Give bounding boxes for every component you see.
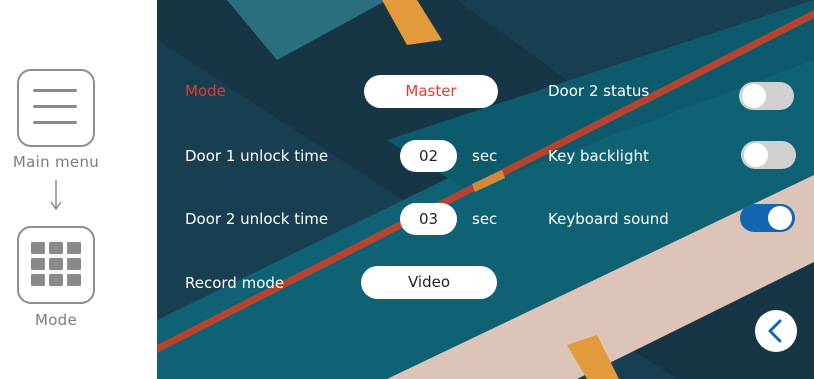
door2-unlock-value[interactable]: 03 xyxy=(400,203,457,235)
main-menu-caption: Main menu xyxy=(12,153,100,171)
toggle-knob xyxy=(744,143,768,167)
mode-value-button[interactable]: Master xyxy=(364,75,498,108)
toggle-knob xyxy=(768,206,792,230)
hamburger-menu-icon xyxy=(33,89,77,124)
mode-label: Mode xyxy=(185,82,226,100)
grid-icon xyxy=(31,242,81,286)
main-menu-tile xyxy=(17,69,95,147)
toggle-knob xyxy=(742,84,766,108)
key-backlight-label: Key backlight xyxy=(548,147,649,165)
record-mode-label: Record mode xyxy=(185,274,285,292)
door2-unlock-unit: sec xyxy=(472,210,498,228)
door1-unlock-unit: sec xyxy=(472,147,498,165)
door2-status-label: Door 2 status xyxy=(548,82,650,100)
settings-screen: Mode Master Door 1 unlock time 02 sec Do… xyxy=(157,0,814,379)
background-graphic xyxy=(157,0,814,379)
keyboard-sound-label: Keyboard sound xyxy=(548,210,669,228)
record-mode-value-button[interactable]: Video xyxy=(361,266,497,299)
mode-caption: Mode xyxy=(34,311,78,329)
back-button[interactable] xyxy=(755,310,797,352)
door1-unlock-value[interactable]: 02 xyxy=(400,140,457,172)
keyboard-sound-toggle[interactable] xyxy=(740,204,795,232)
arrow-down-icon xyxy=(50,180,62,211)
help-panel: Main menu Mode xyxy=(0,0,157,379)
key-backlight-toggle[interactable] xyxy=(741,141,796,169)
chevron-left-icon xyxy=(768,319,782,343)
door1-unlock-label: Door 1 unlock time xyxy=(185,147,329,165)
door2-status-toggle[interactable] xyxy=(739,82,794,110)
mode-tile xyxy=(17,226,95,304)
door2-unlock-label: Door 2 unlock time xyxy=(185,210,329,228)
